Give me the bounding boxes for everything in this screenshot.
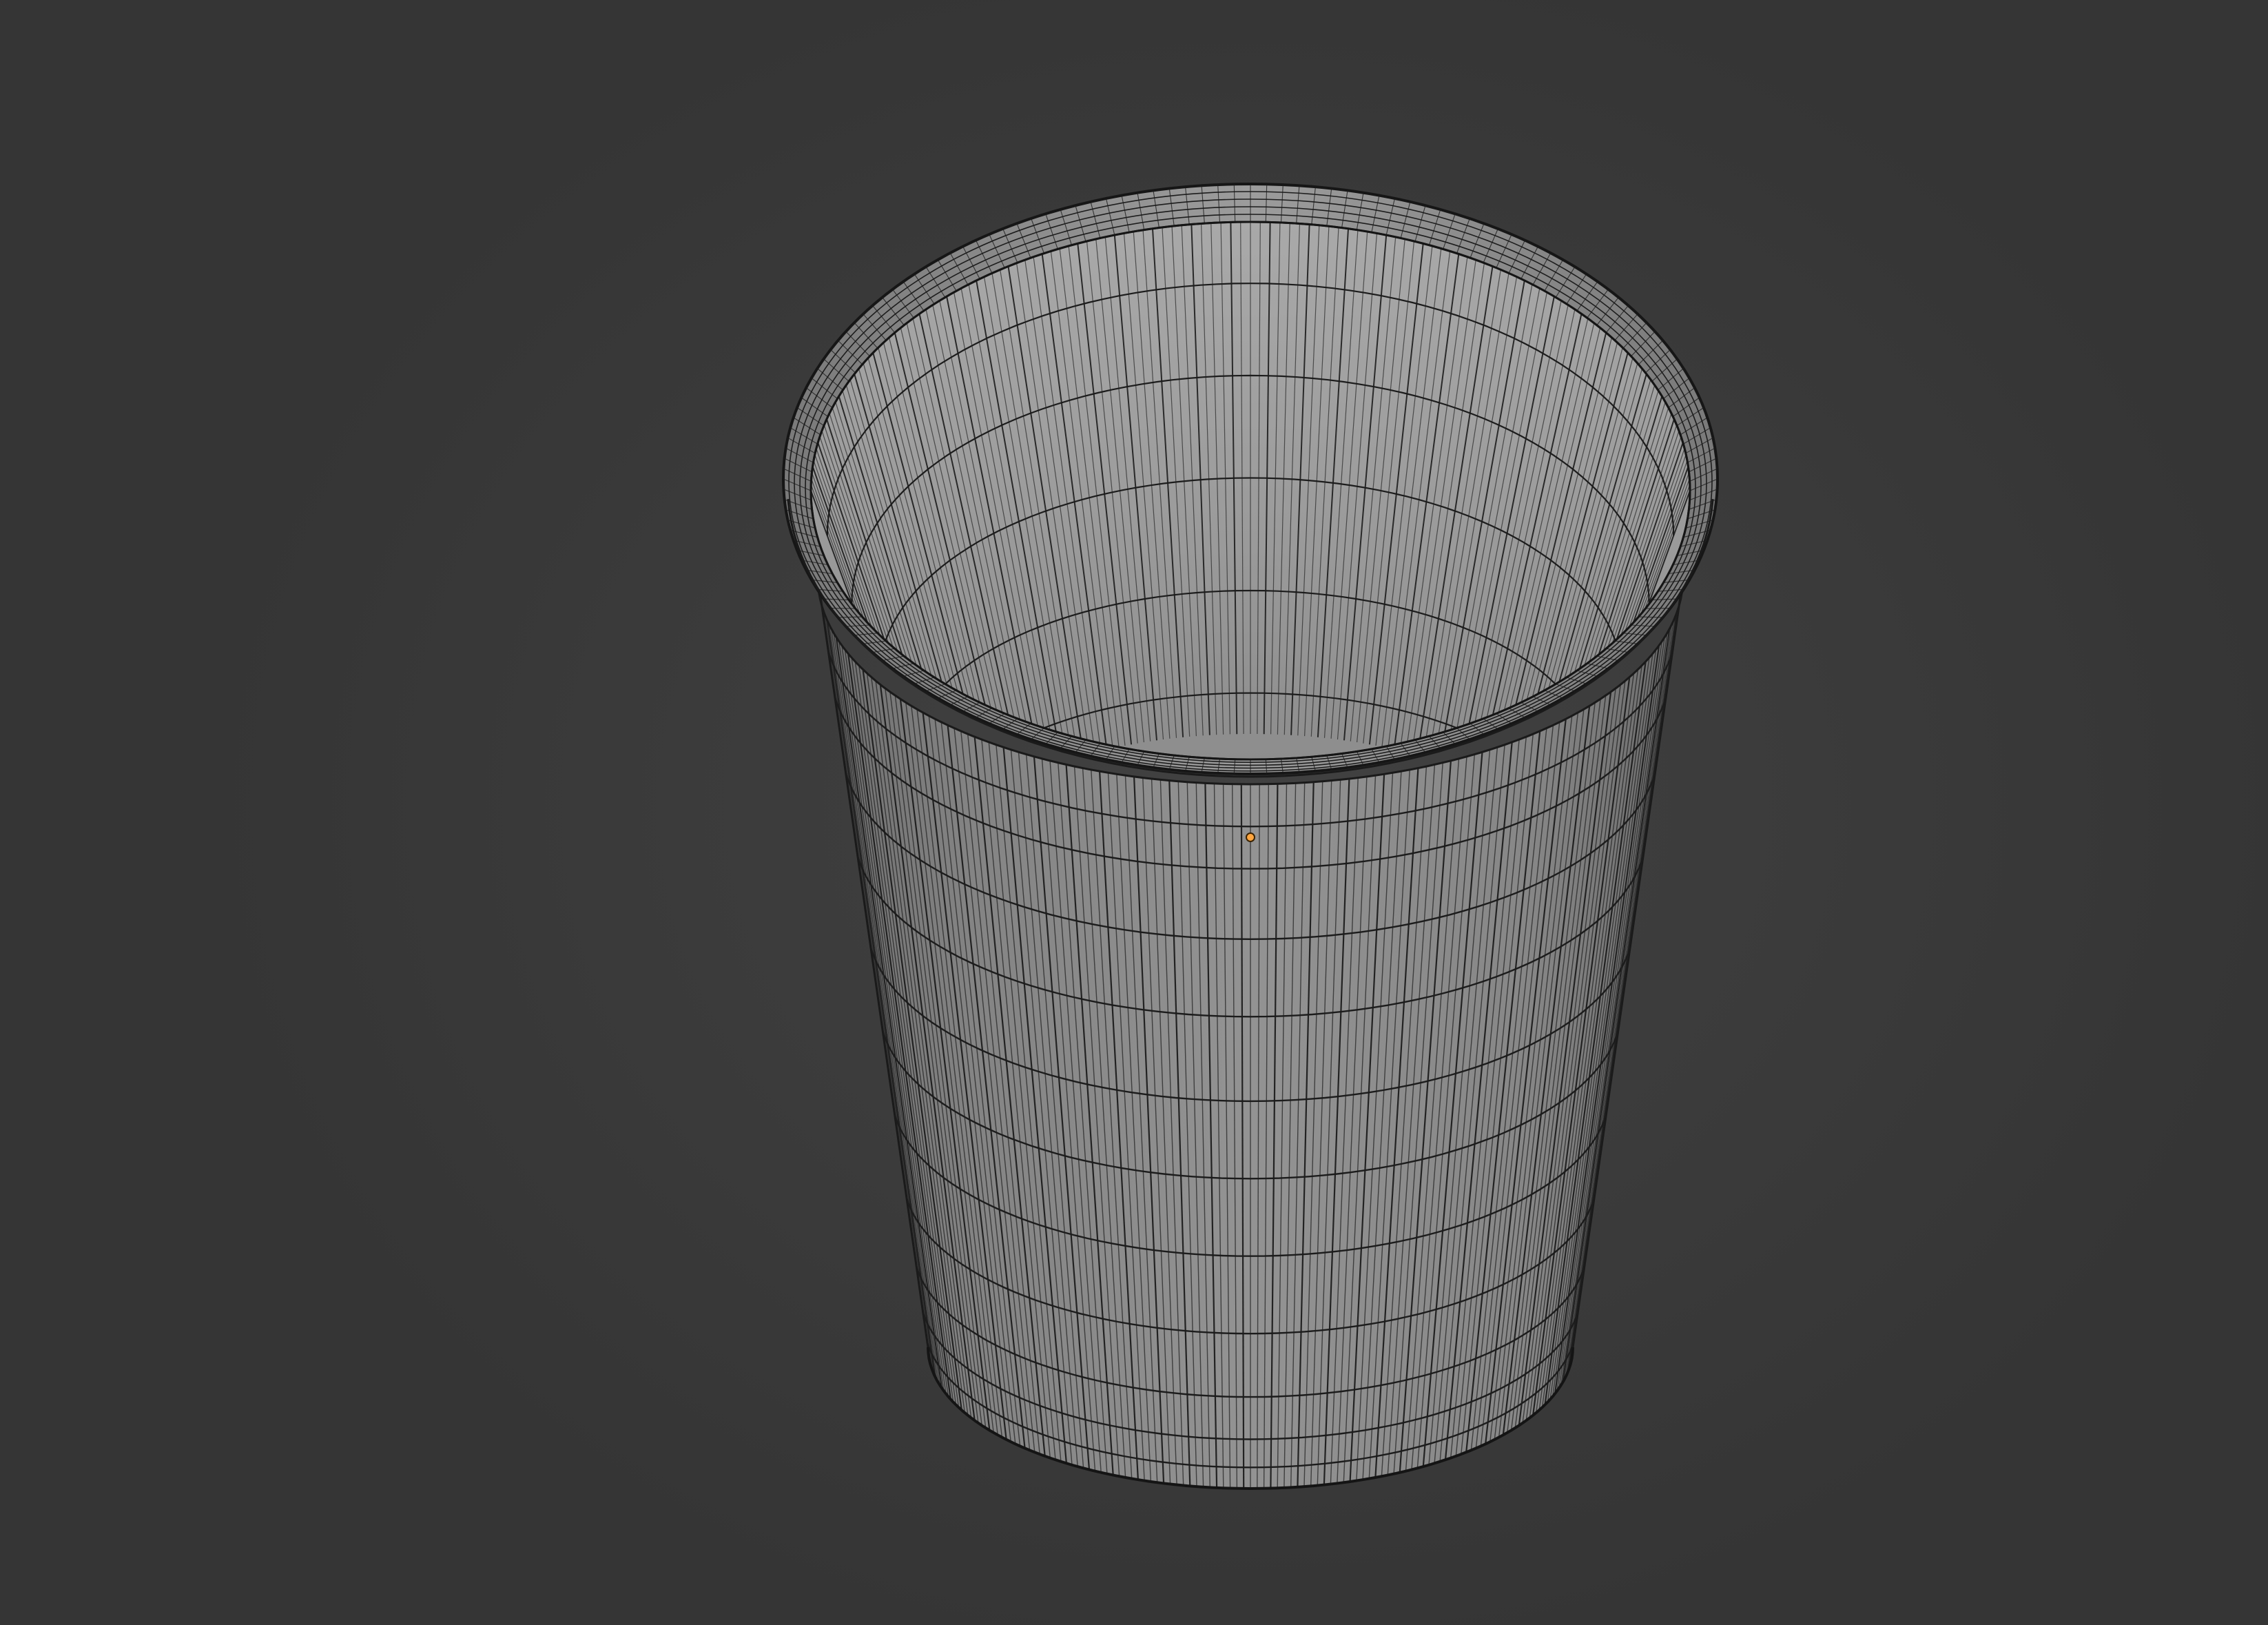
viewport-scene[interactable] xyxy=(0,0,2268,1625)
3d-viewport[interactable] xyxy=(0,0,2268,1625)
object-origin-point[interactable] xyxy=(1246,832,1255,842)
